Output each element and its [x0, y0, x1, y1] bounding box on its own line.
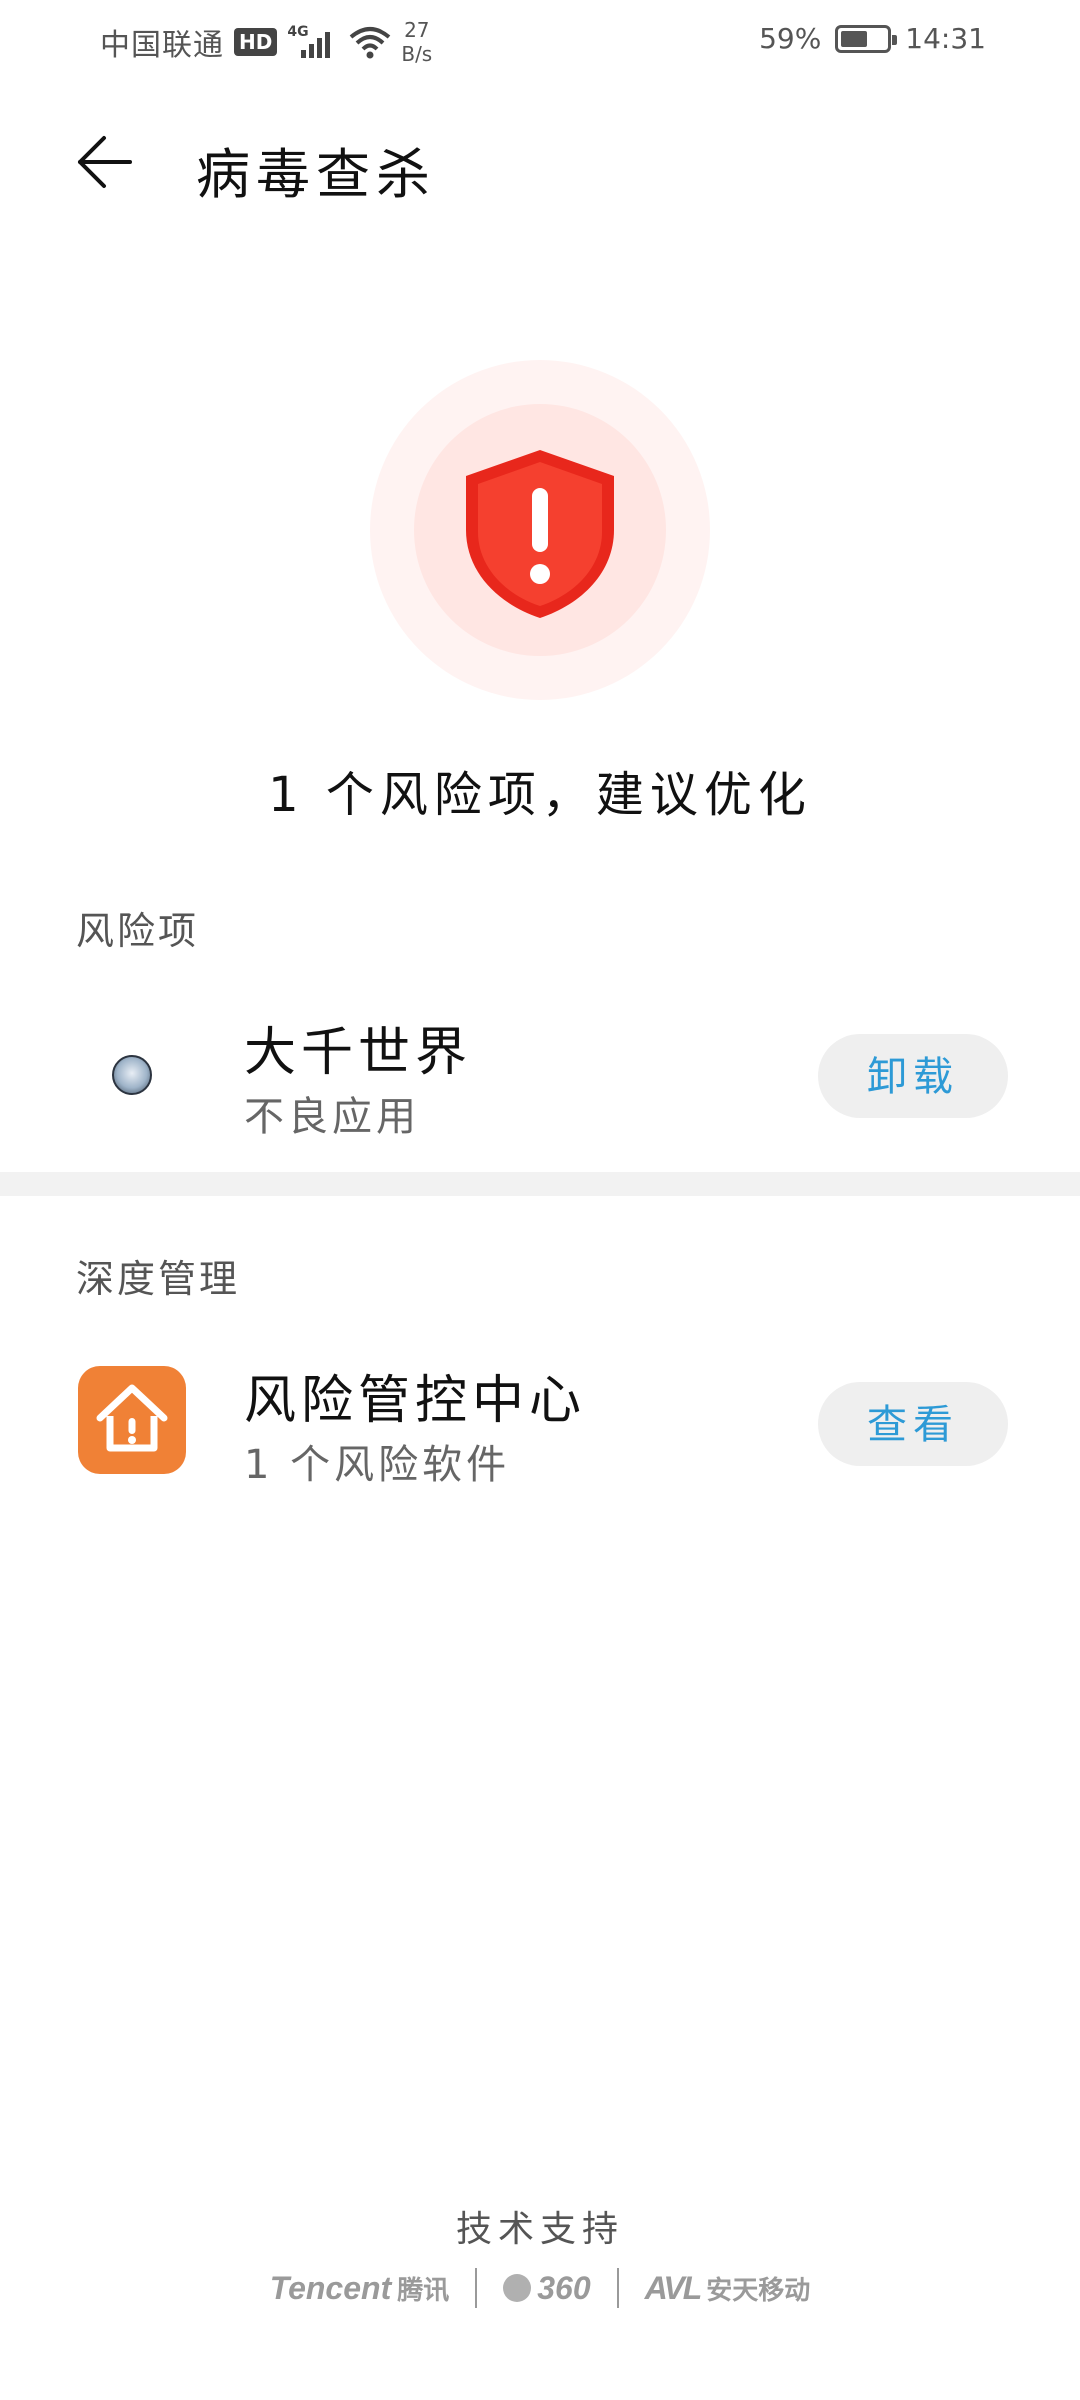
- battery-icon: [835, 24, 898, 53]
- partner-divider: [475, 2268, 478, 2308]
- signal-icon: 4G: [287, 24, 339, 60]
- hd-badge: HD: [234, 28, 278, 56]
- deep-section-label: 深度管理: [76, 1257, 241, 1301]
- speed-value: 27: [404, 18, 430, 42]
- page-title: 病毒查杀: [196, 143, 436, 206]
- status-left: 中国联通 HD 4G 27 B/s: [100, 18, 432, 66]
- view-button[interactable]: 查看: [818, 1382, 1008, 1466]
- shield-alert-icon: [466, 450, 614, 618]
- tencent-logo: Tencent 腾讯: [270, 2270, 450, 2307]
- antiy-cn-wordmark: 安天移动: [706, 2274, 811, 2305]
- logo-360-wordmark: 360: [537, 2269, 591, 2306]
- item-title: 风险管控中心: [244, 1371, 587, 1431]
- partner-divider: [616, 2268, 619, 2308]
- wifi-icon: [349, 25, 391, 59]
- list-item: 风险管控中心 1 个风险软件 查看: [0, 1348, 1080, 1498]
- item-title: 大千世界: [244, 1023, 473, 1083]
- speed-unit: B/s: [401, 42, 433, 66]
- battery-percent: 59%: [759, 22, 822, 55]
- logo-360-icon: [503, 2274, 532, 2302]
- status-right: 59% 14:31: [759, 22, 986, 55]
- uninstall-button[interactable]: 卸载: [818, 1034, 1008, 1118]
- status-bar: 中国联通 HD 4G 27 B/s 59% 14:31: [0, 0, 1080, 80]
- battery-fill: [841, 30, 868, 47]
- scan-summary: 1 个风险项，建议优化: [268, 767, 812, 823]
- section-divider: [0, 1172, 1080, 1196]
- title-bar: 病毒查杀: [0, 110, 1080, 210]
- network-speed: 27 B/s: [401, 18, 432, 66]
- tech-support-label: 技术支持: [455, 2209, 624, 2250]
- partner-logos: Tencent 腾讯 360 AVL 安天移动: [0, 2268, 1080, 2308]
- tencent-cn-wordmark: 腾讯: [397, 2274, 450, 2305]
- risk-section-label: 风险项: [76, 909, 200, 953]
- app-avatar-icon: [112, 1055, 152, 1095]
- arrow-left-icon[interactable]: [74, 132, 134, 192]
- logo-360: 360: [503, 2269, 591, 2307]
- item-subtitle: 不良应用: [244, 1094, 420, 1140]
- list-item: 大千世界 不良应用 卸载: [0, 1000, 1080, 1150]
- tencent-wordmark: Tencent: [269, 2269, 392, 2306]
- house-alert-icon: [78, 1366, 186, 1474]
- item-subtitle: 1 个风险软件: [244, 1442, 511, 1488]
- antiy-logo: AVL 安天移动: [645, 2270, 811, 2307]
- clock: 14:31: [905, 22, 986, 55]
- avl-mark: AVL: [644, 2269, 703, 2306]
- status-hero: [370, 360, 710, 700]
- carrier-name: 中国联通: [100, 28, 224, 63]
